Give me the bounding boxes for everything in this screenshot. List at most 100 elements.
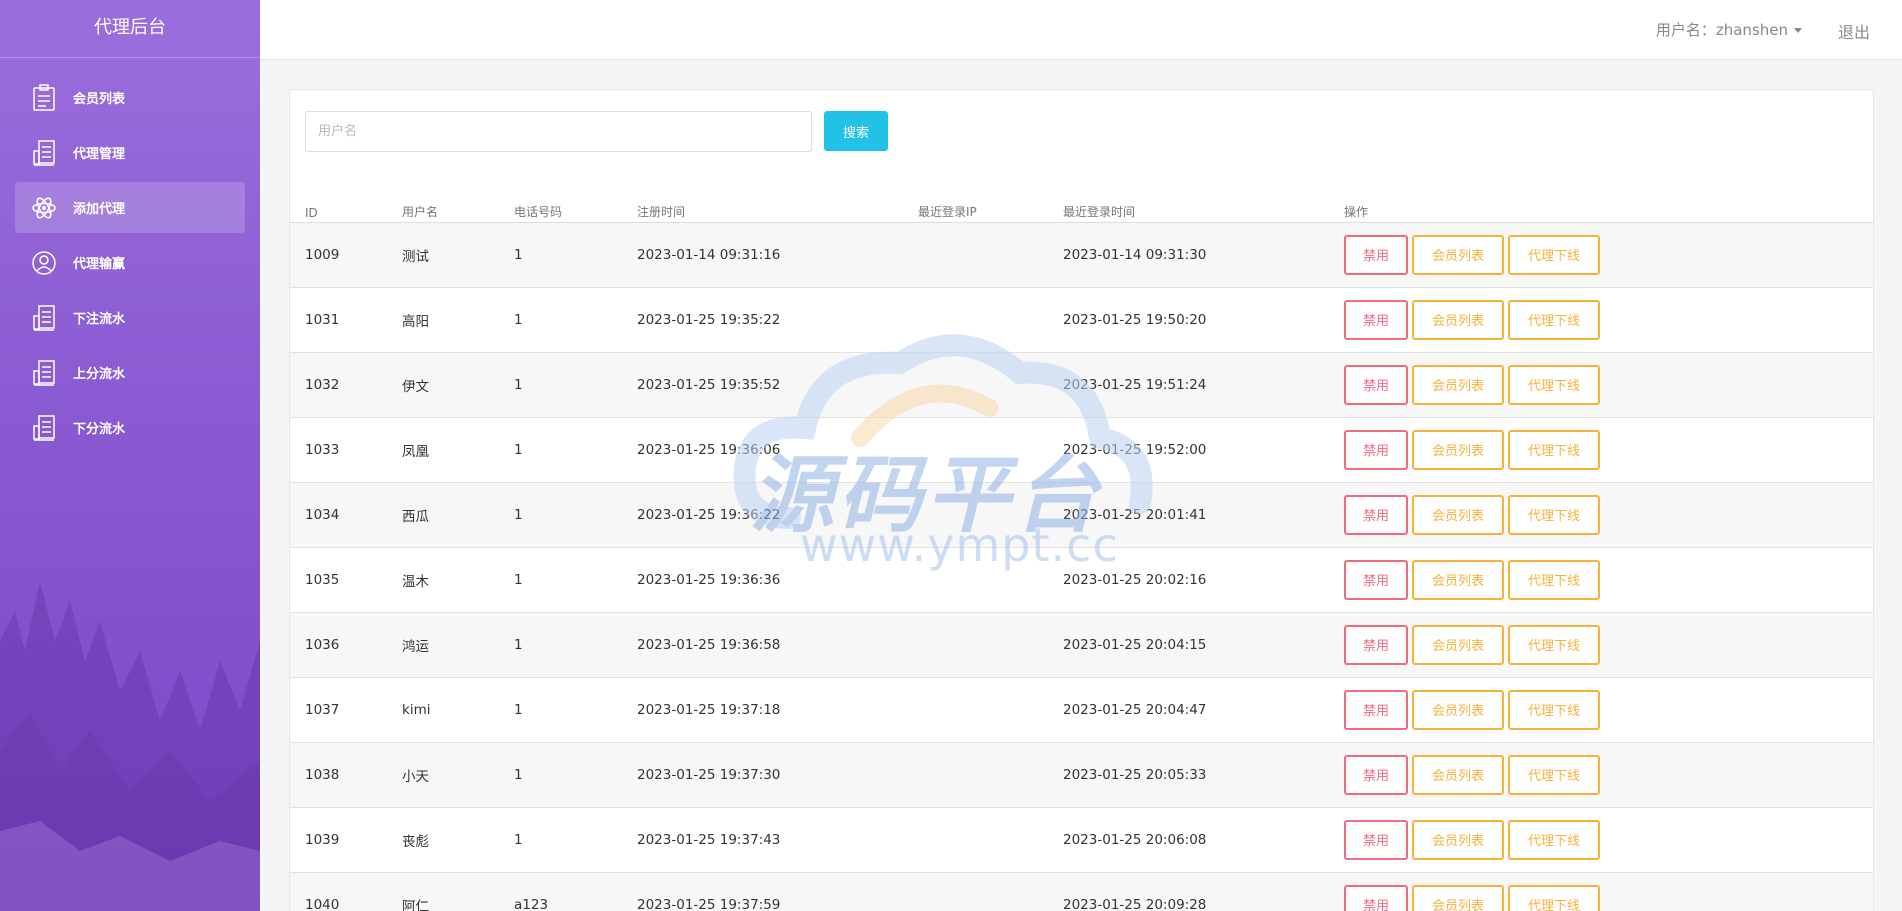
agent-offline-button[interactable]: 代理下线 — [1508, 234, 1600, 275]
table-row: 1040 阿仁 a123 2023-01-25 19:37:59 2023-01-25 … — [290, 872, 1873, 911]
cell-id: 1035 — [290, 547, 387, 613]
cell-last-ip — [903, 612, 1048, 678]
cell-id: 1040 — [290, 872, 387, 911]
member-list-button[interactable]: 会员列表 — [1412, 884, 1504, 911]
cell-id: 1038 — [290, 742, 387, 808]
sidebar-item-debit-flow[interactable]: 下分流水 — [15, 402, 245, 453]
cell-registered: 2023-01-25 19:35:52 — [622, 352, 903, 418]
cell-id: 1037 — [290, 677, 387, 743]
cell-id: 1031 — [290, 287, 387, 353]
member-list-button[interactable]: 会员列表 — [1412, 364, 1504, 405]
column-header-id: ID — [290, 192, 387, 223]
cell-actions: 禁用 会员列表 代理下线 — [1329, 612, 1873, 678]
member-list-button[interactable]: 会员列表 — [1412, 819, 1504, 860]
table-row: 1035 温木 1 2023-01-25 19:36:36 2023-01-25 20:… — [290, 547, 1873, 613]
cell-id: 1033 — [290, 417, 387, 483]
member-list-button[interactable]: 会员列表 — [1412, 494, 1504, 535]
search-button[interactable]: 搜索 — [824, 111, 888, 151]
ban-button[interactable]: 禁用 — [1344, 429, 1408, 470]
sidebar-item-agent-manage[interactable]: 代理管理 — [15, 127, 245, 178]
cell-actions: 禁用 会员列表 代理下线 — [1329, 807, 1873, 873]
agent-offline-button[interactable]: 代理下线 — [1508, 754, 1600, 795]
ban-button[interactable]: 禁用 — [1344, 494, 1408, 535]
cell-id: 1034 — [290, 482, 387, 548]
member-list-button[interactable]: 会员列表 — [1412, 299, 1504, 340]
cell-last-ip — [903, 287, 1048, 353]
cell-last-ip — [903, 677, 1048, 743]
member-list-button[interactable]: 会员列表 — [1412, 234, 1504, 275]
cell-last-login: 2023-01-25 20:09:28 — [1048, 872, 1329, 911]
cell-last-login: 2023-01-25 20:04:47 — [1048, 677, 1329, 743]
forest-background-image — [0, 581, 260, 911]
cell-phone: 1 — [499, 287, 622, 353]
ledger-icon — [31, 304, 57, 332]
brand-title: 代理后台 — [0, 0, 260, 58]
agent-offline-button[interactable]: 代理下线 — [1508, 559, 1600, 600]
ban-button[interactable]: 禁用 — [1344, 884, 1408, 911]
cell-username: 鸿运 — [387, 612, 499, 678]
column-header-phone: 电话号码 — [499, 192, 622, 223]
table-row: 1033 凤凰 1 2023-01-25 19:36:06 2023-01-25 19:… — [290, 417, 1873, 483]
row-actions: 禁用 会员列表 代理下线 — [1344, 559, 1873, 600]
sidebar-item-member-list[interactable]: 会员列表 — [15, 72, 245, 123]
cell-actions: 禁用 会员列表 代理下线 — [1329, 677, 1873, 743]
ban-button[interactable]: 禁用 — [1344, 624, 1408, 665]
sidebar-item-agent-winloss[interactable]: 代理输赢 — [15, 237, 245, 288]
username-search-input[interactable] — [305, 111, 812, 152]
agent-offline-button[interactable]: 代理下线 — [1508, 494, 1600, 535]
table-row: 1038 小天 1 2023-01-25 19:37:30 2023-01-25 20:… — [290, 742, 1873, 808]
agent-offline-button[interactable]: 代理下线 — [1508, 624, 1600, 665]
row-actions: 禁用 会员列表 代理下线 — [1344, 299, 1873, 340]
ban-button[interactable]: 禁用 — [1344, 754, 1408, 795]
cell-actions: 禁用 会员列表 代理下线 — [1329, 872, 1873, 911]
table-row: 1034 西瓜 1 2023-01-25 19:36:22 2023-01-25 20:… — [290, 482, 1873, 548]
row-actions: 禁用 会员列表 代理下线 — [1344, 819, 1873, 860]
cell-username: 温木 — [387, 547, 499, 613]
user-dropdown[interactable]: 用户名：zhanshen — [1656, 19, 1802, 40]
member-list-button[interactable]: 会员列表 — [1412, 754, 1504, 795]
cell-username: 伊文 — [387, 352, 499, 418]
member-list-button[interactable]: 会员列表 — [1412, 689, 1504, 730]
top-bar: 用户名：zhanshen 退出 — [260, 0, 1902, 60]
sidebar-item-credit-flow[interactable]: 上分流水 — [15, 347, 245, 398]
member-list-button[interactable]: 会员列表 — [1412, 429, 1504, 470]
cell-username: kimi — [387, 677, 499, 743]
cell-registered: 2023-01-25 19:37:59 — [622, 872, 903, 911]
agent-offline-button[interactable]: 代理下线 — [1508, 299, 1600, 340]
ban-button[interactable]: 禁用 — [1344, 364, 1408, 405]
agent-offline-button[interactable]: 代理下线 — [1508, 364, 1600, 405]
cell-last-ip — [903, 872, 1048, 911]
cell-id: 1009 — [290, 222, 387, 288]
ban-button[interactable]: 禁用 — [1344, 299, 1408, 340]
logout-link[interactable]: 退出 — [1838, 19, 1870, 43]
table-row: 1039 丧彪 1 2023-01-25 19:37:43 2023-01-25 20:… — [290, 807, 1873, 873]
agent-offline-button[interactable]: 代理下线 — [1508, 429, 1600, 470]
cell-last-login: 2023-01-25 19:51:24 — [1048, 352, 1329, 418]
table-row: 1037 kimi 1 2023-01-25 19:37:18 2023-01-25 2… — [290, 677, 1873, 743]
cell-actions: 禁用 会员列表 代理下线 — [1329, 417, 1873, 483]
column-header-last-ip: 最近登录IP — [903, 192, 1048, 223]
cell-phone: 1 — [499, 677, 622, 743]
ban-button[interactable]: 禁用 — [1344, 234, 1408, 275]
cell-registered: 2023-01-25 19:37:43 — [622, 807, 903, 873]
cell-last-login: 2023-01-25 20:05:33 — [1048, 742, 1329, 808]
ban-button[interactable]: 禁用 — [1344, 689, 1408, 730]
cell-actions: 禁用 会员列表 代理下线 — [1329, 482, 1873, 548]
sidebar-item-add-agent[interactable]: 添加代理 — [15, 182, 245, 233]
agent-offline-button[interactable]: 代理下线 — [1508, 884, 1600, 911]
sidebar-item-label: 代理输赢 — [73, 257, 126, 272]
cell-last-login: 2023-01-25 20:06:08 — [1048, 807, 1329, 873]
ban-button[interactable]: 禁用 — [1344, 819, 1408, 860]
member-list-button[interactable]: 会员列表 — [1412, 624, 1504, 665]
cell-phone: 1 — [499, 807, 622, 873]
member-list-button[interactable]: 会员列表 — [1412, 559, 1504, 600]
sidebar-item-bet-flow[interactable]: 下注流水 — [15, 292, 245, 343]
clipboard-icon — [31, 83, 57, 112]
agent-offline-button[interactable]: 代理下线 — [1508, 689, 1600, 730]
cell-last-ip — [903, 352, 1048, 418]
ban-button[interactable]: 禁用 — [1344, 559, 1408, 600]
cell-last-ip — [903, 742, 1048, 808]
agent-offline-button[interactable]: 代理下线 — [1508, 819, 1600, 860]
sidebar-item-label: 添加代理 — [73, 202, 126, 217]
agent-list-panel: 搜索 ID 用户名 电话号码 注册时间 最近登录IP 最近登录时间 操作 100… — [289, 89, 1874, 911]
